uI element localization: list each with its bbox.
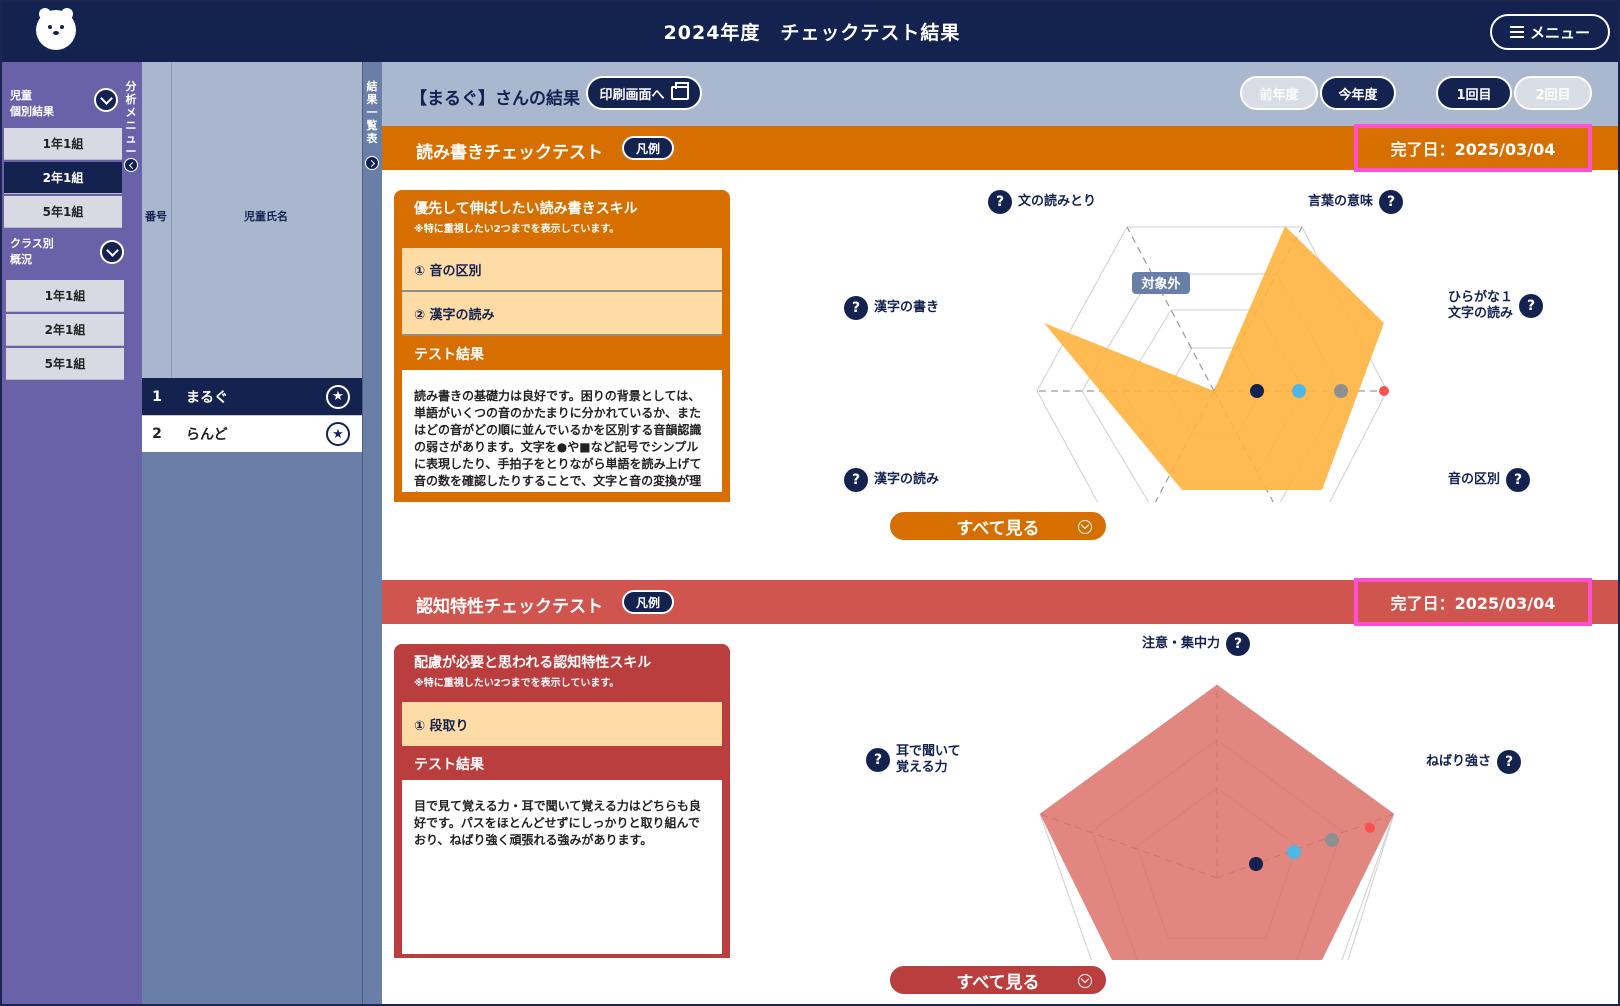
student-row[interactable]: 1 まるぐ ★ [142, 378, 362, 415]
expand-right-icon[interactable] [365, 156, 379, 170]
axis-attention: 注意・集中力? [1142, 632, 1251, 656]
cognitive-card-note: ※特に重視したい2つまでを表示しています。 [414, 678, 620, 689]
result-main: 【まるぐ】さんの結果 印刷画面へ 前年度 今年度 1回目 2回目 読み書きチェッ… [382, 62, 1618, 1004]
reading-completion-date: 完了日：2025/03/04 [1354, 124, 1592, 172]
menu-button[interactable]: メニュー [1490, 14, 1610, 50]
reading-section-title: 読み書きチェックテスト [416, 143, 603, 163]
nav-item-class-3[interactable]: 5年1組 [6, 348, 124, 380]
app-frame: 2024年度 チェックテスト結果 メニュー 児童 個別結果 1年1組 2年1組 … [0, 0, 1620, 1006]
reading-result-heading: テスト結果 [414, 347, 484, 363]
chevron-down-icon[interactable] [94, 88, 118, 112]
star-badge-icon[interactable]: ★ [326, 384, 350, 409]
cognitive-skill-card: 配慮が必要と思われる認知特性スキル ※特に重視したい2つまでを表示しています。 … [394, 644, 730, 958]
help-icon[interactable]: ? [1506, 468, 1531, 492]
reading-section-header: 読み書きチェックテスト 凡例 完了日：2025/03/04 [382, 124, 1618, 172]
chevron-down-icon[interactable] [100, 240, 124, 264]
chevron-down-icon [1078, 974, 1092, 988]
result-list-strip: 結果一覧表 [362, 62, 382, 1004]
axis-sentence-reading: ? 文の読みとり [988, 190, 1096, 214]
cognitive-score-area [1040, 685, 1394, 960]
result-toolbar: 【まるぐ】さんの結果 印刷画面へ 前年度 今年度 1回目 2回目 [382, 62, 1618, 126]
analysis-menu: 児童 個別結果 1年1組 2年1組 5年1組 クラス別 概況 1年1組 2年1組… [2, 62, 142, 1004]
axis-kanji-reading: ? 漢字の読み [844, 468, 939, 492]
star-badge-icon[interactable]: ★ [326, 422, 350, 446]
axis-auditory-memory: ? 耳で聞いて 覚える力 [866, 744, 961, 776]
hamburger-icon [1509, 26, 1524, 38]
cognitive-result-heading: テスト結果 [414, 757, 484, 773]
tab-previous-year[interactable]: 前年度 [1240, 76, 1318, 110]
cognitive-radar-chart [1039, 684, 1395, 960]
priority-skill-item: ② 漢字の読み [402, 292, 722, 336]
help-icon[interactable]: ? [1519, 294, 1544, 318]
col-student-name: 児童氏名 [244, 210, 288, 223]
student-name: らんど [186, 427, 228, 443]
nav-item-individual-2[interactable]: 2年1組 [4, 162, 122, 194]
tab-round-2[interactable]: 2回目 [1514, 76, 1592, 110]
help-icon[interactable]: ? [1497, 750, 1522, 774]
not-applicable-label: 対象外 [1140, 276, 1180, 292]
priority-skill-item: ① 音の区別 [402, 248, 722, 292]
nav-group-class-label: クラス別 概況 [10, 237, 54, 266]
analysis-menu-vertical-label: 分析メニュー [125, 80, 137, 158]
collapse-left-icon[interactable] [124, 158, 138, 172]
tab-this-year[interactable]: 今年度 [1320, 76, 1396, 110]
print-button-label: 印刷画面へ [599, 87, 665, 103]
reading-result-text: 読み書きの基礎力は良好です。困りの背景としては、単語がいくつの音のかたまりに分か… [402, 370, 722, 492]
priority-skill-item: ① 段取り [402, 702, 722, 746]
help-icon[interactable]: ? [1379, 190, 1404, 214]
help-icon[interactable]: ? [844, 468, 868, 492]
axis-persistence: ねばり強さ? [1426, 750, 1522, 774]
cognitive-section-header: 認知特性チェックテスト 凡例 完了日：2025/03/04 [382, 578, 1618, 626]
reading-score-area [1044, 226, 1384, 490]
see-all-label: すべて見る [956, 518, 1040, 539]
cognitive-completion-date: 完了日：2025/03/04 [1354, 578, 1592, 626]
cognitive-card-title: 配慮が必要と思われる認知特性スキル [414, 655, 652, 671]
student-list: 番号 児童氏名 1 まるぐ ★ 2 らんど ★ [142, 62, 362, 1004]
cognitive-legend-button[interactable]: 凡例 [622, 590, 674, 614]
reading-legend-button[interactable]: 凡例 [622, 136, 674, 160]
help-icon[interactable]: ? [1226, 632, 1251, 656]
not-applicable-tag: 対象外 [1132, 272, 1190, 294]
cognitive-result-text: 目で見て覚える力・耳で聞いて覚える力はどちらも良好です。パスをほとんどせずにしっ… [402, 780, 722, 954]
reading-card-note: ※特に重視したい2つまでを表示しています。 [414, 224, 620, 235]
nav-group-individual-label: 児童 個別結果 [10, 89, 54, 118]
nav-item-individual-1[interactable]: 1年1組 [4, 128, 122, 160]
see-all-label: すべて見る [956, 972, 1040, 993]
student-name: まるぐ [186, 389, 228, 406]
print-button[interactable]: 印刷画面へ [586, 76, 702, 110]
nav-item-individual-3[interactable]: 5年1組 [4, 196, 122, 228]
tab-round-1[interactable]: 1回目 [1436, 76, 1512, 110]
result-title: 【まるぐ】さんの結果 [410, 89, 580, 109]
axis-hiragana-reading: ひらがな１ 文字の読み? [1448, 290, 1544, 322]
page-title: 2024年度 チェックテスト結果 [663, 22, 961, 44]
menu-button-label: メニュー [1529, 23, 1590, 42]
reading-see-all-button[interactable]: すべて見る [888, 510, 1108, 542]
reading-card-title: 優先して伸ばしたい読み書きスキル [414, 201, 638, 217]
chevron-down-icon [1078, 520, 1092, 534]
nav-item-class-1[interactable]: 1年1組 [6, 280, 124, 312]
axis-sound-distinction: 音の区別? [1448, 468, 1531, 492]
axis-kanji-writing: ? 漢字の書き [844, 296, 939, 320]
nav-item-class-2[interactable]: 2年1組 [6, 314, 124, 346]
help-icon[interactable]: ? [988, 190, 1012, 214]
axis-word-meaning: 言葉の意味? [1308, 190, 1404, 214]
cognitive-section-title: 認知特性チェックテスト [416, 597, 603, 617]
help-icon[interactable]: ? [866, 748, 890, 772]
student-number: 1 [152, 388, 162, 405]
student-list-header: 番号 児童氏名 [142, 62, 362, 378]
cognitive-see-all-button[interactable]: すべて見る [888, 964, 1108, 996]
top-bar: 2024年度 チェックテスト結果 メニュー [2, 2, 1618, 62]
printer-icon [670, 82, 689, 100]
col-number: 番号 [145, 210, 167, 223]
student-row[interactable]: 2 らんど ★ [142, 415, 362, 452]
help-icon[interactable]: ? [844, 296, 868, 320]
result-list-vertical-label: 結果一覧表 [366, 80, 378, 145]
student-number: 2 [152, 426, 162, 442]
